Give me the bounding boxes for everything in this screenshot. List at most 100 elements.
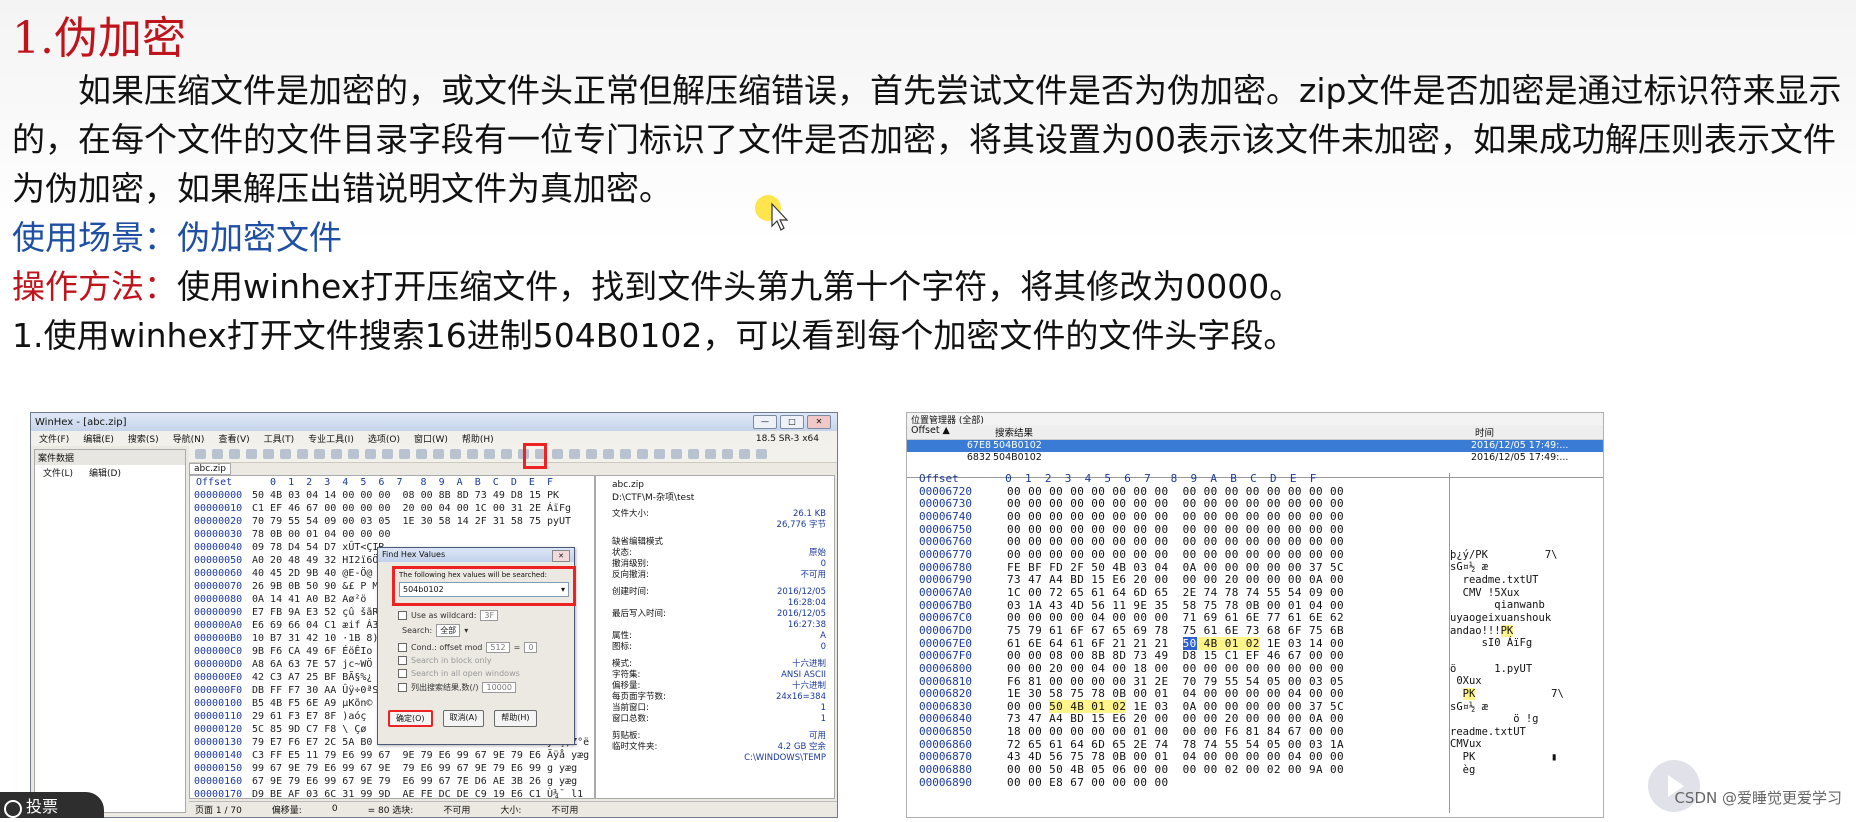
hex-bytes[interactable]: 67 9E 79 E6 99 67 9E 79 E6 99 67 7E D6 A… xyxy=(252,775,541,788)
toolbar-button-icon[interactable] xyxy=(450,449,461,459)
hex-bytes[interactable]: C1 EF 46 67 00 00 00 00 20 00 04 00 1C 0… xyxy=(252,502,541,515)
hex-bytes[interactable]: 00 00 08 00 8B 8D 73 49 D8 15 C1 EF 46 6… xyxy=(1007,650,1344,663)
hex-bytes[interactable]: 10 B7 31 42 10 xyxy=(252,632,336,645)
toolbar-button-icon[interactable] xyxy=(620,449,631,459)
block-only-option[interactable]: Search in block only xyxy=(398,656,492,665)
hex-bytes[interactable]: 18 00 00 00 00 00 01 00 00 00 F6 81 84 6… xyxy=(1007,725,1344,739)
menu-item[interactable]: 窗口(W) xyxy=(414,432,448,445)
toolbar-button-icon[interactable] xyxy=(705,449,716,459)
hex-bytes[interactable]: 70 79 55 54 09 00 03 05 1E 30 58 14 2F 3… xyxy=(252,515,541,528)
dropdown-arrow-icon[interactable]: ▾ xyxy=(558,583,568,596)
case-edit-menu[interactable]: 编辑(D) xyxy=(89,466,121,479)
toolbar-button-icon[interactable] xyxy=(637,449,648,459)
hex-view[interactable]: Offset 0 1 2 3 4 5 6 7 8 9 A B C D E F 0… xyxy=(919,473,1453,813)
hex-bytes[interactable]: 75 79 61 6F 67 65 69 78 75 61 6E 73 68 6… xyxy=(1007,624,1344,638)
toolbar-button-icon[interactable] xyxy=(586,449,597,459)
cancel-button[interactable]: 取消(A) xyxy=(442,710,485,727)
hex-bytes[interactable]: D9 BE AF 03 6C 31 99 9D AE FE DC DE C9 1… xyxy=(252,788,541,798)
hex-bytes[interactable]: 99 67 9E 79 E6 99 67 9E 79 E6 99 67 9E 7… xyxy=(252,762,541,775)
menu-item[interactable]: 搜索(S) xyxy=(128,432,159,445)
col-result[interactable]: 搜索结果 xyxy=(995,425,1475,439)
file-tab[interactable]: abc.zip xyxy=(189,463,231,475)
hex-bytes[interactable]: E6 69 66 04 C1 xyxy=(252,619,336,632)
list-results-option[interactable]: 列出搜索结果,数(/) 10000 xyxy=(398,682,516,693)
maximize-icon[interactable]: □ xyxy=(780,415,804,429)
search-direction-select[interactable]: 全部 xyxy=(436,624,461,637)
search-dropdown-icon[interactable]: ▾ xyxy=(464,626,468,635)
toolbar-button-icon[interactable] xyxy=(467,449,478,459)
hex-bytes[interactable]: 00 00 20 00 04 00 18 00 00 00 00 00 00 0… xyxy=(1007,662,1344,676)
toolbar-button-icon[interactable] xyxy=(654,449,665,459)
hex-bytes[interactable]: 78 0B 00 01 04 00 00 00 xyxy=(252,528,390,541)
menu-item[interactable]: 导航(N) xyxy=(173,432,205,445)
hex-bytes[interactable]: 00 00 E8 67 00 00 00 00 xyxy=(1007,776,1169,790)
toolbar-button-icon[interactable] xyxy=(416,449,427,459)
search-result-row[interactable]: 67E8 504B0102 2016/12/05 17:49:... xyxy=(907,440,1603,452)
toolbar-button-icon[interactable] xyxy=(297,449,308,459)
toolbar-button-icon[interactable] xyxy=(195,449,206,459)
help-button[interactable]: 帮助(H) xyxy=(494,710,537,727)
menu-item[interactable]: 选项(O) xyxy=(368,432,400,445)
toolbar-button-icon[interactable] xyxy=(348,449,359,459)
cond-offset-option[interactable]: Cond.: offset mod 512 = 0 xyxy=(398,642,538,653)
hex-bytes[interactable]: 00 00 00 00 04 00 00 00 71 69 61 6E 77 6… xyxy=(1007,612,1344,625)
hex-bytes[interactable]: E7 FB 9A E3 52 xyxy=(252,606,336,619)
hex-bytes[interactable]: 50 4B 03 04 14 00 00 00 08 00 8B 8D 73 4… xyxy=(252,489,541,502)
hex-bytes[interactable]: 5C 85 9D C7 F8 xyxy=(252,723,336,736)
col-offset[interactable]: Offset ▲ xyxy=(907,425,995,439)
toolbar-button-icon[interactable] xyxy=(433,449,444,459)
hex-bytes[interactable]: 26 9B 0B 50 90 xyxy=(252,580,336,593)
hex-bytes[interactable]: 1C 00 72 65 61 64 6D 65 2E 74 78 74 55 5… xyxy=(1007,586,1344,600)
all-windows-option[interactable]: Search in all open windows xyxy=(398,669,520,678)
toolbar-button-icon[interactable] xyxy=(212,449,223,459)
col-time[interactable]: 时间 xyxy=(1475,425,1494,439)
search-result-row[interactable]: 6832 504B0102 2016/12/05 17:49:... xyxy=(907,452,1603,464)
toolbar-button-icon[interactable] xyxy=(671,449,682,459)
toolbar-button-icon[interactable] xyxy=(756,449,767,459)
vote-tag[interactable]: 投票 xyxy=(0,792,104,818)
hex-bytes[interactable]: 29 61 F3 E7 8F xyxy=(252,710,336,723)
toolbar-button-icon[interactable] xyxy=(331,449,342,459)
toolbar-button-icon[interactable] xyxy=(314,449,325,459)
hex-bytes[interactable]: DB FF F7 30 AA xyxy=(252,684,336,697)
hex-bytes[interactable]: 40 45 2D 9B 40 xyxy=(252,567,336,580)
hex-bytes[interactable]: B5 4B F5 6E A9 xyxy=(252,697,336,710)
hex-bytes[interactable]: 9B F6 CA 49 6F xyxy=(252,645,336,658)
case-file-menu[interactable]: 文件(L) xyxy=(43,466,73,479)
menu-item[interactable]: 查看(V) xyxy=(218,432,249,445)
toolbar-button-icon[interactable] xyxy=(739,449,750,459)
toolbar-button-icon[interactable] xyxy=(229,449,240,459)
toolbar-button-icon[interactable] xyxy=(569,449,580,459)
hex-bytes[interactable]: 73 47 A4 BD 15 E6 20 00 00 00 20 00 00 0… xyxy=(1007,574,1344,587)
toolbar-button-icon[interactable] xyxy=(484,449,495,459)
hex-bytes[interactable]: C3 FF E5 11 79 E6 99 67 9E 79 E6 99 67 9… xyxy=(252,749,541,762)
menu-item[interactable]: 工具(T) xyxy=(264,432,295,445)
ok-button[interactable]: 确定(O) xyxy=(388,710,433,727)
hex-bytes[interactable]: 0A 14 41 A0 B2 xyxy=(252,593,336,606)
hex-bytes[interactable]: 00 00 00 00 00 00 00 00 00 00 00 00 00 0… xyxy=(1007,510,1344,524)
hex-bytes[interactable]: A0 20 48 49 32 xyxy=(252,554,336,567)
menu-item[interactable]: 编辑(E) xyxy=(83,432,114,445)
menu-item[interactable]: 文件(F) xyxy=(39,432,69,445)
hex-bytes[interactable]: 1E 30 58 75 78 0B 00 01 04 00 00 00 00 0… xyxy=(1007,687,1344,701)
toolbar-button-icon[interactable] xyxy=(552,449,563,459)
toolbar-button-icon[interactable] xyxy=(722,449,733,459)
menu-item[interactable]: 帮助(H) xyxy=(462,432,494,445)
toolbar-button-icon[interactable] xyxy=(603,449,614,459)
close-icon[interactable]: ✕ xyxy=(807,415,831,429)
toolbar-button-icon[interactable] xyxy=(246,449,257,459)
find-hex-button-highlight[interactable] xyxy=(523,443,547,469)
hex-bytes[interactable]: 00 00 00 00 00 00 00 00 00 00 00 00 00 0… xyxy=(1007,548,1344,562)
toolbar-button-icon[interactable] xyxy=(688,449,699,459)
toolbar-button-icon[interactable] xyxy=(280,449,291,459)
menu-item[interactable]: 专业工具(I) xyxy=(308,432,354,445)
hex-bytes[interactable]: 42 C3 A7 25 BF xyxy=(252,671,336,684)
dialog-close-icon[interactable]: ✕ xyxy=(552,550,570,562)
hex-search-input[interactable]: 504b0102 ▾ xyxy=(399,582,569,597)
toolbar-button-icon[interactable] xyxy=(263,449,274,459)
hex-bytes[interactable]: A8 6A 63 7E 57 xyxy=(252,658,336,671)
toolbar-button-icon[interactable] xyxy=(399,449,410,459)
wildcard-option[interactable]: Use as wildcard: 3F xyxy=(398,610,499,621)
toolbar-button-icon[interactable] xyxy=(365,449,376,459)
hex-bytes[interactable]: 09 78 D4 54 D7 xyxy=(252,541,336,554)
